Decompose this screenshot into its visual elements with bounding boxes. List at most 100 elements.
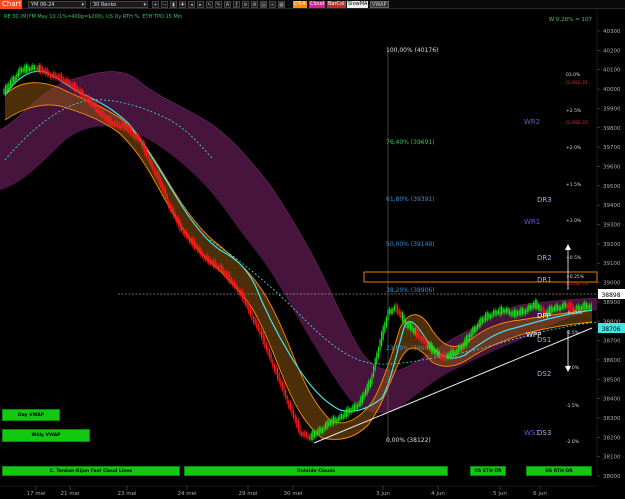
price-tick-label: 39200	[603, 242, 621, 248]
renko-bar	[105, 116, 107, 122]
price-tick-label: 39900	[603, 106, 621, 112]
renko-bar	[213, 259, 215, 268]
pivot-label: DR2	[537, 254, 552, 262]
scroll-left-icon[interactable]: ◂	[188, 1, 195, 8]
renko-bar	[485, 313, 487, 322]
symbol-selector[interactable]: YM 06-24 ▾	[28, 1, 86, 8]
scroll-right-icon[interactable]: ▸	[197, 1, 204, 8]
cursor-price-marker: 38706	[598, 323, 625, 333]
indicators-icon[interactable]: ƒ	[233, 1, 240, 8]
renko-bar	[457, 346, 459, 353]
renko-bar	[139, 137, 141, 143]
renko-bar	[222, 267, 224, 274]
weekly-change-text: W 0,28% = 107	[549, 17, 593, 23]
renko-bar	[221, 264, 223, 272]
renko-bar	[355, 404, 357, 410]
text-icon[interactable]: A	[224, 1, 231, 8]
renko-bar	[587, 304, 589, 310]
renko-bar	[81, 89, 83, 98]
renko-bar	[88, 95, 90, 104]
rth-or-bar[interactable]: US RTH OR	[526, 466, 592, 476]
renko-bar	[101, 110, 103, 117]
fib-382-zone[interactable]	[363, 271, 598, 283]
renko-bar	[569, 301, 571, 311]
renko-bar	[336, 418, 338, 423]
renko-bar	[32, 64, 34, 71]
renko-bar	[494, 309, 496, 315]
fib-level-label: 76,40% (39691)	[386, 139, 435, 146]
zoom-out-icon[interactable]: −	[161, 1, 168, 8]
renko-bar	[267, 347, 269, 355]
renko-bar	[54, 72, 56, 79]
indicator-dtra[interactable]: DTrA	[293, 1, 307, 8]
renko-bar	[3, 88, 5, 94]
eth-or-bar[interactable]: US ETH OR	[470, 466, 506, 476]
renko-bar	[390, 309, 392, 314]
data-box-icon[interactable]: ▦	[278, 1, 285, 8]
crosshair-icon[interactable]: ✚	[179, 1, 186, 8]
last-price-marker: 38898	[598, 289, 625, 299]
outside-clouds-bar[interactable]: Outside Clouds	[184, 466, 448, 476]
link-icon[interactable]: ∞	[269, 1, 276, 8]
indicator-cloud[interactable]: Cloud	[309, 1, 326, 8]
pointer-icon[interactable]: ↖	[206, 1, 213, 8]
renko-bar	[133, 132, 135, 138]
price-tick-label: 39000	[603, 281, 621, 287]
renko-bar	[297, 419, 299, 432]
renko-bar	[77, 86, 79, 93]
percent-level-label: +1.0%	[566, 218, 582, 224]
time-tick-label: 3 jun	[376, 491, 390, 497]
renko-bar	[331, 417, 333, 425]
renko-bar	[413, 327, 415, 334]
renko-bar	[389, 308, 391, 315]
renko-bar	[265, 342, 267, 351]
renko-bar	[13, 76, 15, 83]
kumo-cloud	[0, 71, 597, 414]
strategies-icon[interactable]: ≡	[242, 1, 249, 8]
renko-bar	[382, 326, 384, 340]
renko-bar	[281, 381, 283, 391]
renko-bar	[579, 306, 581, 311]
wkly-vwap-button[interactable]: Wkly VWAP	[2, 429, 90, 442]
ichimoku-session-bar[interactable]: C. Tenkan-Kijun Fast Cloud Lines	[2, 466, 180, 476]
renko-bar	[201, 251, 203, 258]
renko-bar	[333, 416, 335, 425]
bartype-selector[interactable]: 30 Renko ▾	[90, 1, 148, 8]
renko-bar	[585, 303, 587, 310]
renko-bar	[235, 282, 237, 290]
renko-bar	[376, 352, 378, 364]
price-tick-label: 38500	[603, 377, 621, 383]
properties-icon[interactable]: ⚙	[251, 1, 258, 8]
price-tick-label: 39100	[603, 261, 621, 267]
renko-bar	[277, 367, 279, 380]
indicator-barcol[interactable]: BarCol	[327, 1, 346, 8]
renko-bar	[179, 219, 181, 231]
time-tick-label: 21 mei	[60, 491, 79, 497]
indicator-vwap[interactable]: VWAP	[370, 1, 389, 8]
chart-tab[interactable]: Chart	[0, 0, 22, 9]
renko-bar	[341, 413, 343, 420]
fib-level-label: 50,00% (39149)	[386, 241, 435, 248]
renko-bar	[456, 349, 458, 355]
percent-level-label: +2.5%	[566, 108, 582, 114]
zoom-in-icon[interactable]: +	[152, 1, 159, 8]
chevron-down-icon: ▾	[143, 2, 146, 8]
renko-bar	[291, 405, 293, 415]
template-icon[interactable]: ▤	[260, 1, 267, 8]
fib-level-label: 0,00% (38122)	[386, 437, 431, 444]
renko-bar	[473, 326, 475, 333]
renko-bar	[149, 156, 151, 164]
price-tick-label: 39400	[603, 203, 621, 209]
indicator-slowma[interactable]: SlowMA	[347, 1, 369, 8]
price-chart[interactable]: RE 30 (M)YM May 10 (1%=400p=$200), US Dy…	[0, 10, 625, 499]
bar-style-icon[interactable]: ▮	[170, 1, 177, 8]
draw-icon[interactable]: ✎	[215, 1, 222, 8]
renko-bar	[437, 349, 439, 357]
renko-bar	[425, 341, 427, 347]
renko-bar	[160, 177, 162, 187]
fib-level-label: 100,00% (40176)	[386, 47, 438, 54]
renko-bar	[337, 416, 339, 422]
renko-bar	[16, 74, 18, 80]
day-vwap-button[interactable]: Day VWAP	[2, 409, 60, 421]
renko-bar	[48, 71, 50, 76]
